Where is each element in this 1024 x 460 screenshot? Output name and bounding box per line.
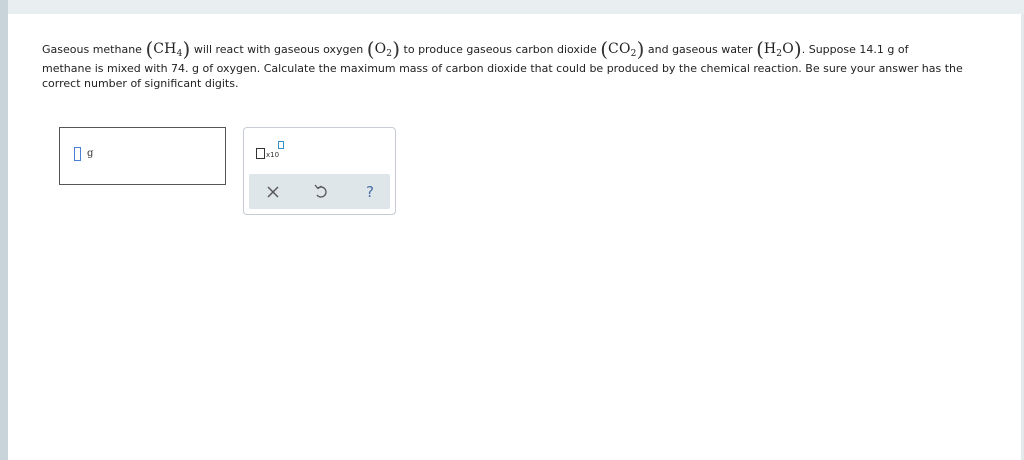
question-part-5: . Suppose 14.1 g of xyxy=(801,43,909,56)
question-text: Gaseous methane (CH4) will react with ga… xyxy=(42,36,992,91)
answer-input-box[interactable]: g xyxy=(59,127,226,185)
scientific-notation-icon xyxy=(256,148,265,159)
question-line-rest: methane is mixed with 74. g of oxygen. C… xyxy=(42,62,963,90)
oxygen-formula: O2 xyxy=(374,41,393,59)
exponent-box-icon xyxy=(278,141,284,149)
question-part-1: Gaseous methane xyxy=(42,43,142,56)
undo-icon xyxy=(314,184,327,198)
water-formula: H2O xyxy=(763,41,794,59)
answer-input[interactable] xyxy=(74,147,81,161)
clear-icon xyxy=(267,186,279,198)
methane-formula: CH4 xyxy=(153,41,183,59)
answer-unit: g xyxy=(87,148,94,159)
question-part-3: to produce gaseous carbon dioxide xyxy=(403,43,597,56)
left-rail xyxy=(0,0,8,460)
scientific-notation-button[interactable]: x10 xyxy=(256,141,290,163)
help-button[interactable]: ? xyxy=(359,182,381,202)
math-tool-panel: x10 ? xyxy=(243,127,396,215)
carbon-dioxide-formula: CO2 xyxy=(608,41,637,59)
question-line-1: Gaseous methane (CH4) will react with ga… xyxy=(42,37,909,61)
question-part-4: and gaseous water xyxy=(647,43,753,56)
tool-action-bar: ? xyxy=(249,174,390,209)
undo-button[interactable] xyxy=(310,182,332,202)
top-band xyxy=(0,0,1024,14)
clear-button[interactable] xyxy=(262,182,284,202)
help-icon: ? xyxy=(366,183,374,201)
scientific-notation-label: x10 xyxy=(266,151,280,159)
question-part-2: will react with gaseous oxygen xyxy=(193,43,364,56)
